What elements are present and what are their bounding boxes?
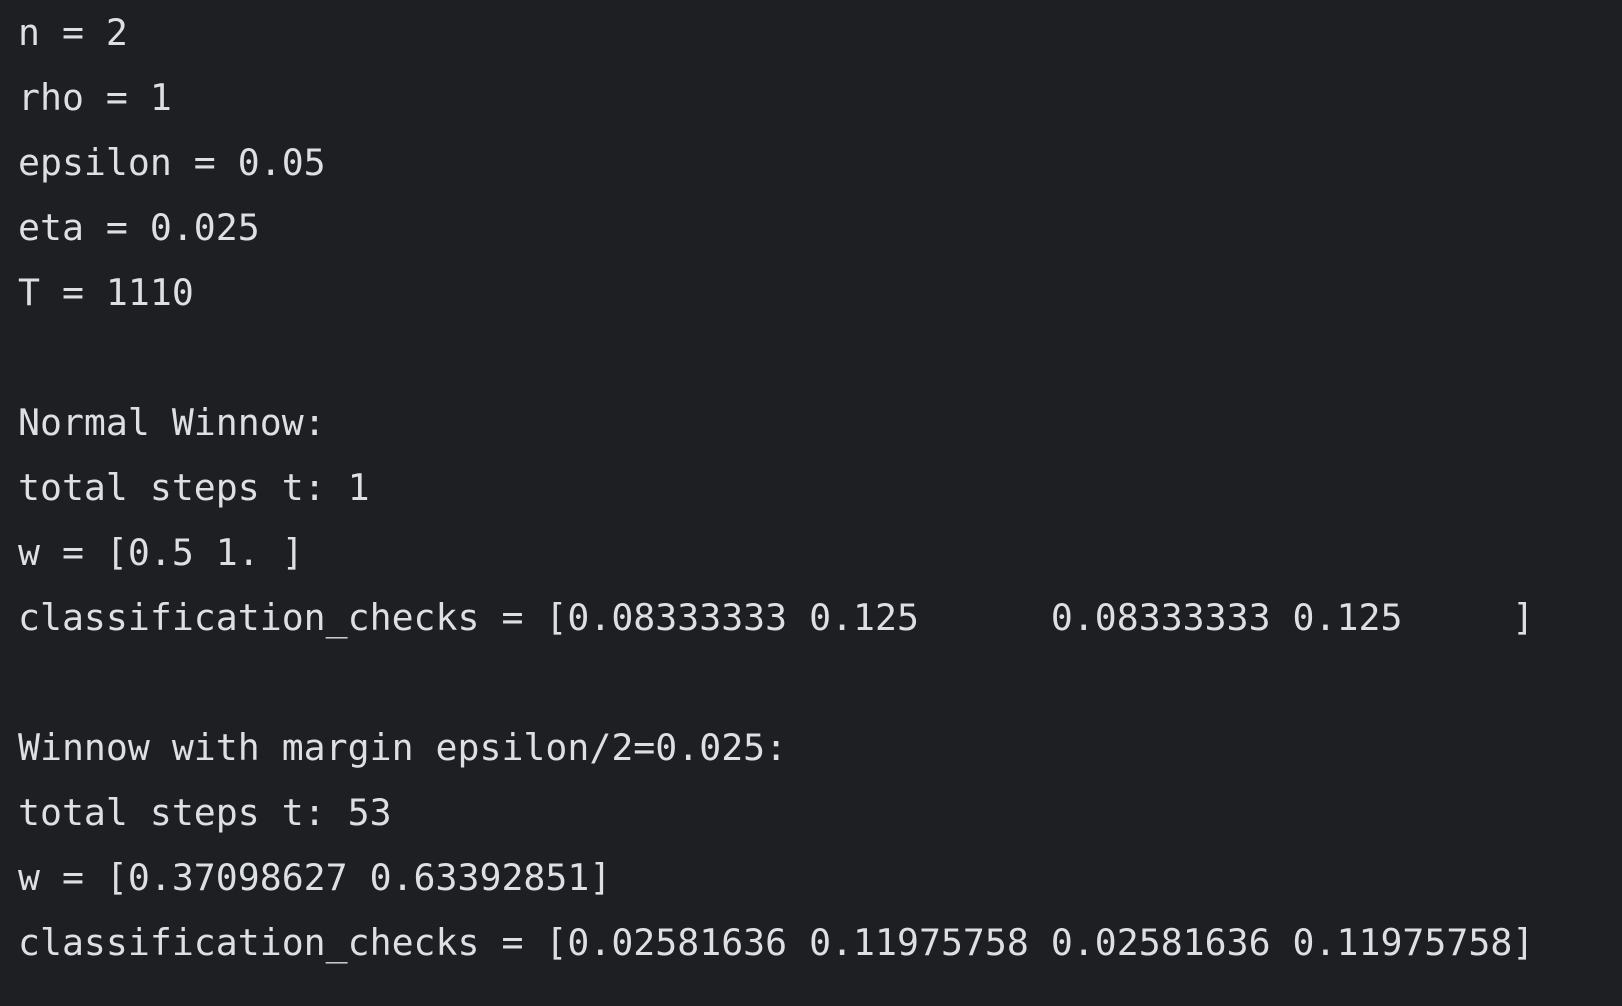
console-line-normal-classification-checks: classification_checks = [0.08333333 0.12… — [18, 596, 1535, 639]
console-line-n: n = 2 — [18, 11, 128, 54]
console-line-epsilon: epsilon = 0.05 — [18, 141, 326, 184]
console-line-margin-w: w = [0.37098627 0.63392851] — [18, 856, 612, 899]
console-output: n = 2 rho = 1 epsilon = 0.05 eta = 0.025… — [18, 0, 1608, 1006]
console-line-rho: rho = 1 — [18, 76, 172, 119]
console-line-eta: eta = 0.025 — [18, 206, 260, 249]
console-line-normal-total-steps: total steps t: 1 — [18, 466, 370, 509]
console-line-margin-total-steps: total steps t: 53 — [18, 791, 392, 834]
console-line-T: T = 1110 — [18, 271, 194, 314]
console-line-normal-winnow-header: Normal Winnow: — [18, 401, 326, 444]
console-line-margin-classification-checks: classification_checks = [0.02581636 0.11… — [18, 921, 1535, 964]
console-line-normal-w: w = [0.5 1. ] — [18, 531, 304, 574]
console-line-margin-winnow-header: Winnow with margin epsilon/2=0.025: — [18, 726, 788, 769]
